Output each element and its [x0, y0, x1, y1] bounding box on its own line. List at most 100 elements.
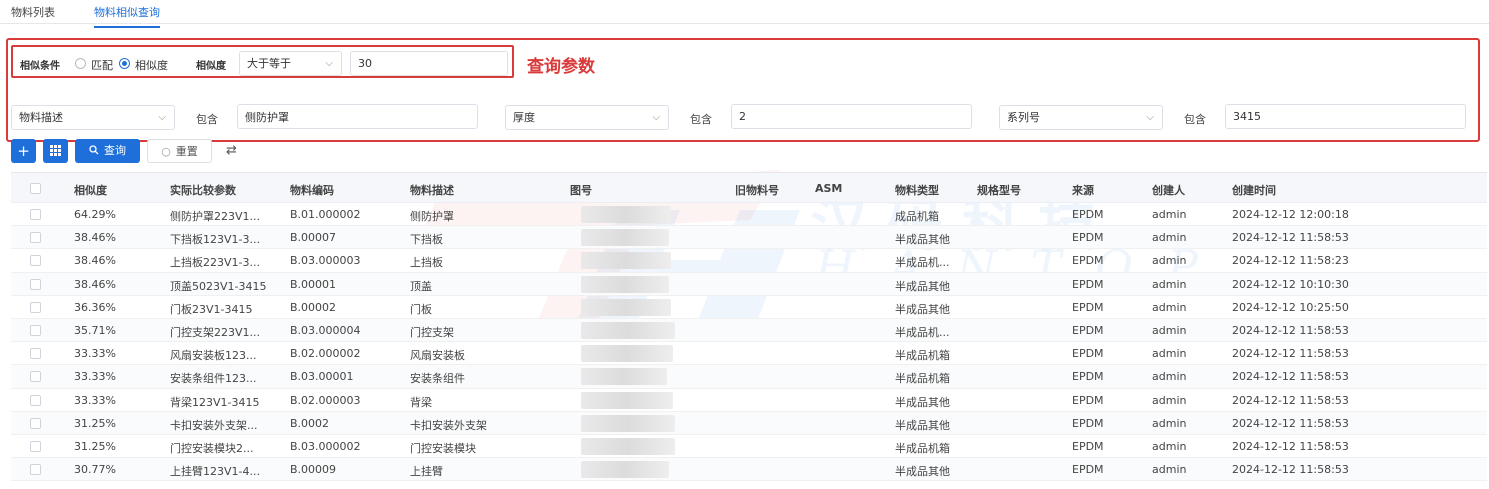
redacted-drawing-no [581, 391, 673, 409]
filter-field-select-2[interactable]: 厚度 ⌵ [505, 105, 669, 130]
chevron-down-icon: ⌵ [1146, 112, 1154, 123]
cell-similarity: 35.71% [74, 323, 116, 337]
radio-similarity[interactable] [119, 58, 130, 69]
cell-material-code: B.01.000002 [290, 208, 361, 221]
filter-value-input-3[interactable] [1225, 104, 1466, 129]
table-row[interactable]: 38.46% 下挡板123V1-3... B.00007 下挡板 半成品其他 EPDM ad… [11, 226, 1487, 250]
col-compare-params[interactable]: 实际比较参数 [170, 182, 236, 198]
row-checkbox[interactable] [30, 301, 41, 313]
col-creator[interactable]: 创建人 [1152, 182, 1185, 198]
col-material-type[interactable]: 物料类型 [895, 182, 939, 198]
row-checkbox[interactable] [30, 348, 41, 360]
cell-created-time: 2024-12-12 10:10:30 [1232, 277, 1349, 291]
cell-material-type: 半成品机... [895, 256, 950, 270]
row-checkbox[interactable] [30, 278, 41, 290]
cell-material-desc: 背梁 [410, 395, 432, 409]
row-checkbox[interactable] [30, 417, 41, 429]
col-material-code[interactable]: 物料编码 [290, 182, 334, 198]
query-params-annotation: 查询参数 [527, 57, 595, 77]
cell-creator: admin [1152, 463, 1187, 477]
cell-material-type: 半成品机... [895, 325, 950, 339]
filter-field-value-3: 系列号 [1007, 111, 1040, 124]
cell-material-type: 半成品其他 [895, 302, 950, 316]
table-row[interactable]: 36.36% 门板23V1-3415 B.00002 门板 半成品其他 EPDM admin… [11, 296, 1487, 319]
table-row[interactable]: 38.46% 上挡板223V1-3... B.03.000003 上挡板 半成品机...… [11, 249, 1487, 273]
cell-compare-params: 安装条组件123... [170, 372, 257, 386]
table-row[interactable]: 64.29% 侧防护罩223V1... B.01.000002 侧防护罩 成品机箱 EPD… [11, 203, 1487, 227]
filter-field-select-3[interactable]: 系列号 ⌵ [999, 105, 1163, 130]
cell-source: EPDM [1072, 439, 1104, 453]
cell-compare-params: 风扇安装板123... [170, 349, 257, 363]
table-row[interactable]: 30.77% 上挂臂123V1-4... B.00009 上挂臂 半成品其他 EPDM ad… [11, 458, 1487, 482]
cell-similarity: 30.77% [74, 463, 116, 477]
col-spec-model[interactable]: 规格型号 [977, 182, 1021, 198]
col-created-time[interactable]: 创建时间 [1232, 182, 1276, 198]
radio-match[interactable] [75, 58, 86, 69]
cell-creator: admin [1152, 439, 1187, 453]
col-asm[interactable]: ASM [815, 182, 842, 195]
cell-material-desc: 顶盖 [410, 279, 432, 293]
grid-view-button[interactable] [43, 139, 68, 163]
redacted-drawing-no [581, 252, 671, 270]
table-row[interactable]: 33.33% 背梁123V1-3415 B.02.000003 背梁 半成品其他 EPDM… [11, 389, 1487, 412]
table-row[interactable]: 35.71% 门控支架223V1... B.03.000004 门控支架 半成品机...… [11, 318, 1487, 343]
cell-creator: admin [1152, 277, 1187, 291]
filter-value-input-1[interactable] [237, 104, 478, 129]
select-all-checkbox[interactable] [30, 183, 41, 194]
row-checkbox[interactable] [30, 394, 41, 406]
reset-icon: ○ [161, 145, 171, 158]
row-checkbox[interactable] [30, 324, 41, 336]
cell-compare-params: 门板23V1-3415 [170, 302, 253, 316]
grid-icon [50, 145, 61, 156]
tab-material-similar-query[interactable]: 物料相似查询 [94, 4, 160, 28]
filter-field-value-1: 物料描述 [19, 111, 63, 124]
col-source[interactable]: 来源 [1072, 182, 1094, 198]
cell-material-desc: 风扇安装板 [410, 349, 465, 363]
reset-button[interactable]: ○ 重置 [147, 139, 212, 163]
cell-created-time: 2024-12-12 11:58:53 [1232, 463, 1349, 477]
add-button[interactable]: + [11, 139, 36, 163]
col-drawing-no[interactable]: 图号 [570, 182, 592, 198]
redacted-drawing-no [581, 368, 667, 386]
operator-select[interactable]: 大于等于 ⌵ [239, 51, 342, 76]
cell-created-time: 2024-12-12 10:25:50 [1232, 300, 1349, 314]
cell-creator: admin [1152, 370, 1187, 384]
table-row[interactable]: 33.33% 安装条组件123... B.03.00001 安装条组件 半成品机箱 EPD… [11, 365, 1487, 389]
filter-value-input-2[interactable] [731, 104, 972, 129]
cell-source: EPDM [1072, 231, 1104, 245]
column-settings-button[interactable]: ⇄ [226, 143, 237, 158]
col-material-desc[interactable]: 物料描述 [410, 182, 454, 198]
table-row[interactable]: 31.25% 卡扣安装外支架... B.0002 卡扣安装外支架 半成品其他 EPDM ad… [11, 411, 1487, 435]
cell-creator: admin [1152, 300, 1187, 314]
col-old-material-no[interactable]: 旧物料号 [735, 182, 779, 198]
redacted-drawing-no [581, 414, 675, 432]
similarity-degree-label: 相似度 [196, 61, 226, 72]
table-row[interactable]: 38.46% 顶盖5023V1-3415 B.00001 顶盖 半成品其他 EPDM adm… [11, 272, 1487, 296]
table-row[interactable]: 33.33% 风扇安装板123... B.02.000002 风扇安装板 半成品机箱 EP… [11, 342, 1487, 366]
cell-material-code: B.03.000002 [290, 439, 361, 453]
redacted-drawing-no [581, 206, 671, 223]
row-checkbox[interactable] [30, 440, 41, 452]
tab-material-list[interactable]: 物料列表 [11, 4, 55, 26]
redacted-drawing-no [581, 461, 669, 479]
row-checkbox[interactable] [30, 371, 41, 383]
redacted-drawing-no [581, 437, 675, 455]
row-checkbox[interactable] [30, 464, 41, 476]
plus-icon: + [17, 142, 30, 160]
similarity-value-input[interactable] [350, 51, 508, 76]
cell-material-type: 半成品其他 [895, 233, 950, 247]
cell-source: EPDM [1072, 208, 1104, 221]
row-checkbox[interactable] [30, 209, 41, 220]
cell-created-time: 2024-12-12 11:58:23 [1232, 254, 1349, 268]
query-button[interactable]: 查询 [75, 139, 140, 163]
tab-bar: 物料列表 物料相似查询 [0, 0, 1489, 28]
cell-compare-params: 侧防护罩223V1... [170, 210, 261, 223]
table-row[interactable]: 31.25% 门控安装模块2... B.03.000002 门控安装模块 半成品机箱 EP… [11, 435, 1487, 459]
row-checkbox[interactable] [30, 232, 41, 244]
cell-created-time: 2024-12-12 11:58:53 [1232, 416, 1349, 430]
filter-field-select-1[interactable]: 物料描述 ⌵ [11, 105, 175, 130]
col-similarity[interactable]: 相似度 [74, 182, 107, 198]
row-checkbox[interactable] [30, 255, 41, 267]
table-body: 64.29% 侧防护罩223V1... B.01.000002 侧防护罩 成品机箱 EPD… [11, 203, 1487, 482]
filter-field-value-2: 厚度 [513, 111, 535, 124]
